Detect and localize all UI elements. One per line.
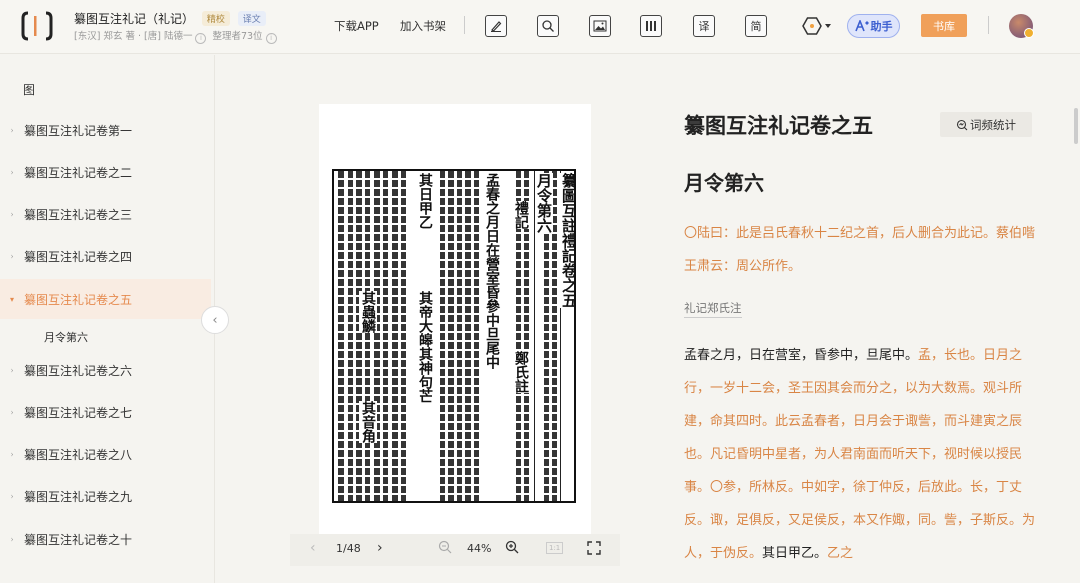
page-toolbar: ‹ 1/48 › 44% 1:1 bbox=[290, 534, 620, 566]
zoom-in-icon[interactable] bbox=[505, 540, 519, 557]
toc-item-label: 纂图互注礼记卷之三 bbox=[24, 207, 133, 222]
fullscreen-icon[interactable] bbox=[587, 541, 601, 558]
chevron-right-icon[interactable]: › bbox=[0, 450, 24, 459]
toc-heading[interactable]: 图 bbox=[23, 81, 35, 98]
scan-line2: 其日甲乙 bbox=[416, 173, 434, 229]
toc-sub-item[interactable]: 月令第六 bbox=[44, 329, 88, 345]
toc-item[interactable]: › 纂图互注礼记卷之八 bbox=[0, 434, 211, 474]
divider bbox=[464, 16, 465, 34]
scan-line3: 其帝大皞其神句芒 bbox=[416, 291, 434, 403]
chevron-left-icon: ‹ bbox=[212, 312, 218, 328]
toc-item[interactable]: › 纂图互注礼记卷之三 bbox=[0, 194, 211, 234]
add-to-shelf-link[interactable]: 加入书架 bbox=[400, 18, 446, 34]
toc-item-label: 纂图互注礼记卷之八 bbox=[24, 447, 133, 462]
library-button[interactable]: 书库 bbox=[921, 14, 967, 37]
page-indicator: 1/48 bbox=[336, 542, 361, 555]
chevron-right-icon[interactable]: › bbox=[0, 366, 24, 375]
avatar-badge bbox=[1024, 28, 1034, 38]
translation-badge: 译文 bbox=[237, 11, 266, 26]
bamboo-slips-icon[interactable] bbox=[640, 15, 662, 37]
book-meta: [东汉] 郑玄 著 · [唐] 陆德一 i 整理者73位 i bbox=[74, 28, 283, 44]
toc-item[interactable]: › 纂图互注礼记卷第一 bbox=[0, 110, 211, 150]
toc-item-label: 纂图互注礼记卷之九 bbox=[24, 489, 133, 504]
search-icon[interactable] bbox=[537, 15, 559, 37]
toc-item[interactable]: › 纂图互注礼记卷之四 bbox=[0, 236, 211, 276]
actual-size-button[interactable]: 1:1 bbox=[546, 542, 564, 554]
hexagon-menu-icon[interactable] bbox=[797, 14, 833, 38]
toc-item[interactable]: › 纂图互注礼记卷之九 bbox=[0, 476, 211, 516]
scan-chapter: 月令第六 bbox=[535, 173, 553, 233]
app-logo-icon[interactable] bbox=[20, 10, 54, 42]
toc-item-label: 纂图互注礼记卷之十 bbox=[24, 532, 133, 547]
zheng-commentary[interactable]: 乙之 bbox=[827, 546, 853, 561]
toc-item-label: 纂图互注礼记卷之五 bbox=[24, 292, 133, 307]
divider bbox=[988, 16, 989, 34]
reader-title: 纂图互注礼记卷之五 bbox=[684, 113, 873, 138]
toc-item[interactable]: › 纂图互注礼记卷之六 bbox=[0, 350, 211, 390]
scan-zheng: 鄭氏註 bbox=[512, 351, 530, 393]
zoom-level: 44% bbox=[467, 542, 492, 555]
book-title: 纂图互注礼记（礼记） 精校 译文 bbox=[74, 10, 266, 27]
scan-line4: 其蟲鱗 bbox=[359, 291, 377, 333]
toc-item-label: 纂图互注礼记卷之六 bbox=[24, 363, 133, 378]
info-icon[interactable]: i bbox=[265, 33, 277, 44]
toc-item-label: 纂图互注礼记卷第一 bbox=[24, 123, 133, 138]
collapse-sidebar-button[interactable]: ‹ bbox=[201, 306, 229, 334]
info-icon[interactable]: i bbox=[195, 33, 207, 44]
toc-item[interactable]: ▾ 纂图互注礼记卷之五 bbox=[0, 279, 211, 319]
toc-item-label: 纂图互注礼记卷之四 bbox=[24, 249, 133, 264]
chevron-right-icon[interactable]: › bbox=[0, 492, 24, 501]
simplified-button[interactable]: 简 bbox=[745, 15, 767, 37]
chevron-down-icon[interactable]: ▾ bbox=[0, 295, 24, 304]
scan-image[interactable]: 纂圖互註禮記卷之五 月令第六 禮記 鄭氏註 孟春之月日在營室昏參中旦尾中 其日甲… bbox=[332, 169, 576, 503]
chevron-right-icon[interactable]: › bbox=[0, 252, 24, 261]
ai-icon bbox=[854, 20, 869, 32]
toc-item[interactable]: › 纂图互注礼记卷之十 bbox=[0, 519, 211, 559]
translate-button[interactable]: 译 bbox=[693, 15, 715, 37]
chevron-right-icon[interactable]: › bbox=[0, 210, 24, 219]
zheng-commentary[interactable]: 孟，长也。日月之行，一岁十二会，圣王因其会而分之，以为大数焉。观斗所建，命其四时… bbox=[684, 348, 1035, 561]
toc-item-label: 纂图互注礼记卷之二 bbox=[24, 165, 133, 180]
download-app-link[interactable]: 下载APP bbox=[334, 18, 379, 34]
word-frequency-button[interactable]: 词频统计 bbox=[940, 112, 1032, 137]
chevron-right-icon[interactable]: › bbox=[0, 126, 24, 135]
commentary-label[interactable]: 礼记郑氏注 bbox=[684, 300, 742, 318]
ai-assistant-button[interactable]: 助手 bbox=[847, 14, 900, 38]
toc-item[interactable]: › 纂图互注礼记卷之七 bbox=[0, 392, 211, 432]
scan-title: 纂圖互註禮記卷之五 bbox=[560, 173, 576, 308]
scan-liji: 禮記 bbox=[512, 201, 530, 229]
reader-scrollbar[interactable] bbox=[1074, 108, 1078, 144]
image-icon[interactable] bbox=[589, 15, 611, 37]
pen-icon[interactable] bbox=[485, 15, 507, 37]
toc-item-label: 纂图互注礼记卷之七 bbox=[24, 405, 133, 420]
toc-item[interactable]: › 纂图互注礼记卷之二 bbox=[0, 152, 211, 192]
lu-note[interactable]: 〇陆曰：此是吕氏春秋十二纪之首，后人删合为此记。蔡伯喈王肃云：周公所作。 bbox=[684, 217, 1036, 283]
classic-text[interactable]: 其日甲乙。 bbox=[762, 546, 827, 561]
scan-line5: 其音角 bbox=[359, 401, 377, 443]
main-text[interactable]: 孟春之月，日在营室，昏参中，旦尾中。孟，长也。日月之行，一岁十二会，圣王因其会而… bbox=[684, 339, 1036, 579]
chevron-right-icon[interactable]: › bbox=[0, 168, 24, 177]
stats-search-icon bbox=[956, 119, 968, 130]
top-header: 纂图互注礼记（礼记） 精校 译文 [东汉] 郑玄 著 · [唐] 陆德一 i 整理者… bbox=[0, 0, 1080, 54]
zoom-out-icon[interactable] bbox=[438, 540, 452, 557]
proofread-badge: 精校 bbox=[201, 11, 230, 26]
chevron-right-icon[interactable]: › bbox=[0, 408, 24, 417]
chapter-title: 月令第六 bbox=[684, 171, 764, 195]
scan-line1: 孟春之月日在營室昏參中旦尾中 bbox=[484, 173, 500, 369]
prev-page-icon[interactable]: ‹ bbox=[310, 540, 316, 556]
chevron-right-icon[interactable]: › bbox=[0, 535, 24, 544]
classic-text[interactable]: 孟春之月，日在营室，昏参中，旦尾中。 bbox=[684, 348, 918, 363]
next-page-icon[interactable]: › bbox=[377, 540, 383, 556]
